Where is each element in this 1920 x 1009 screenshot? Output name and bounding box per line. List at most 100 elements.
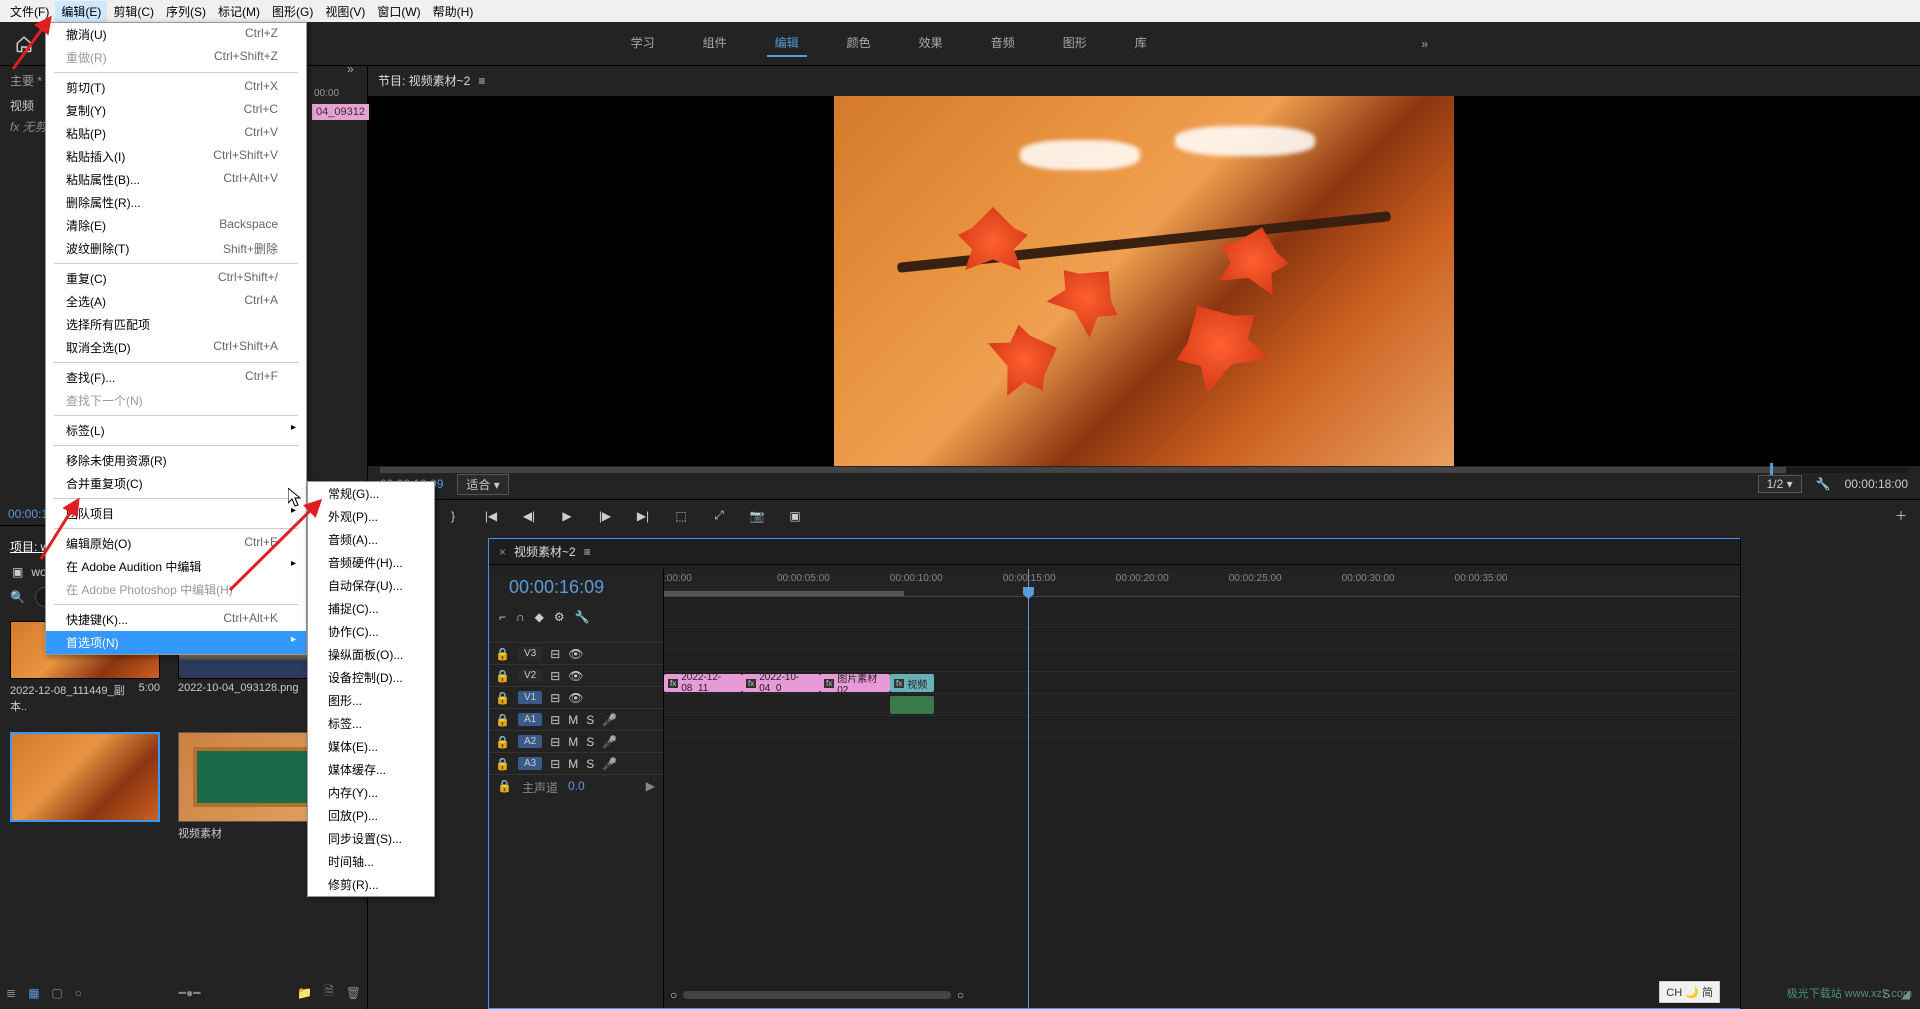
menu-item[interactable]: 选择所有匹配项 xyxy=(46,313,306,336)
submenu-item[interactable]: 捕捉(C)... xyxy=(308,597,434,620)
mute-button[interactable]: M xyxy=(568,757,578,771)
track-header-a2[interactable]: 🔒A2⊟MS🎤 xyxy=(489,730,663,752)
clip[interactable]: fx图片素材 02_ xyxy=(820,674,890,692)
resolution-dropdown[interactable]: 1/2 ▾ xyxy=(1758,475,1802,493)
menu-item[interactable]: 首选项(N) xyxy=(46,631,306,654)
submenu-item[interactable]: 媒体(E)... xyxy=(308,735,434,758)
menu-item[interactable]: 取消全选(D)Ctrl+Shift+A xyxy=(46,336,306,359)
submenu-item[interactable]: 音频硬件(H)... xyxy=(308,551,434,574)
panel-menu-icon[interactable]: ≡ xyxy=(584,545,591,559)
zoom-slider[interactable]: ━●━ xyxy=(179,986,201,1000)
close-icon[interactable]: × xyxy=(499,545,506,559)
menu-file[interactable]: 文件(F) xyxy=(4,1,55,22)
project-item[interactable]: 视频素材 xyxy=(178,732,328,841)
menu-item[interactable]: 清除(E)Backspace xyxy=(46,214,306,237)
toggle-output-icon[interactable]: ⊟ xyxy=(550,691,560,705)
menu-edit[interactable]: 编辑(E) xyxy=(55,1,107,22)
menu-item[interactable]: 撤消(U)Ctrl+Z xyxy=(46,23,306,46)
lock-icon[interactable]: 🔒 xyxy=(495,757,510,771)
menu-window[interactable]: 窗口(W) xyxy=(371,1,426,22)
toggle-output-icon[interactable]: ⊟ xyxy=(550,735,560,749)
submenu-item[interactable]: 自动保存(U)... xyxy=(308,574,434,597)
clip[interactable]: fx视频 xyxy=(890,674,934,692)
lock-icon[interactable]: 🔒 xyxy=(495,669,510,683)
new-bin-icon[interactable]: 📁 xyxy=(297,986,312,1000)
zoom-fit-dropdown[interactable]: 适合 ▾ xyxy=(457,474,508,495)
track-v1[interactable]: fx2022-12-08_11 fx2022-10-04_0 fx图片素材 02… xyxy=(664,671,1919,693)
go-to-in-icon[interactable]: |◀ xyxy=(482,509,500,523)
workspace-overflow-icon[interactable]: » xyxy=(1409,37,1440,51)
mute-button[interactable]: M xyxy=(568,735,578,749)
sort-icon[interactable]: ○ xyxy=(75,986,82,1000)
menu-help[interactable]: 帮助(H) xyxy=(427,1,480,22)
menu-clip[interactable]: 剪辑(C) xyxy=(107,1,160,22)
menu-item[interactable]: 复制(Y)Ctrl+C xyxy=(46,99,306,122)
menu-item[interactable]: 编辑原始(O)Ctrl+E xyxy=(46,532,306,555)
submenu-item[interactable]: 常规(G)... xyxy=(308,482,434,505)
ws-tab-editing[interactable]: 编辑 xyxy=(767,30,807,57)
panel-overflow-icon[interactable]: » xyxy=(347,62,354,76)
track-a3[interactable] xyxy=(664,737,1919,759)
lock-icon[interactable]: 🔒 xyxy=(495,735,510,749)
zoom-in-icon[interactable]: ○ xyxy=(957,988,964,1002)
timeline-zoom-scrollbar[interactable] xyxy=(683,991,951,999)
menu-item[interactable]: 合并重复项(C) xyxy=(46,472,306,495)
freeform-view-icon[interactable]: ▢ xyxy=(51,986,62,1000)
track-header-a3[interactable]: 🔒A3⊟MS🎤 xyxy=(489,752,663,774)
toggle-output-icon[interactable]: ⊟ xyxy=(550,713,560,727)
search-icon[interactable]: 🔍 xyxy=(10,590,25,604)
ws-tab-effects[interactable]: 效果 xyxy=(911,30,951,57)
zoom-out-icon[interactable]: ○ xyxy=(670,988,677,1002)
lock-icon[interactable]: 🔒 xyxy=(497,779,512,796)
menu-item[interactable]: 剪切(T)Ctrl+X xyxy=(46,76,306,99)
menu-marker[interactable]: 标记(M) xyxy=(212,1,266,22)
submenu-item[interactable]: 图形... xyxy=(308,689,434,712)
submenu-item[interactable]: 时间轴... xyxy=(308,850,434,873)
wrench-icon[interactable]: 🔧 xyxy=(575,610,590,624)
track-header-v2[interactable]: 🔒V2⊟👁 xyxy=(489,664,663,686)
go-to-out-icon[interactable]: ▶| xyxy=(634,509,652,523)
menu-item[interactable]: 粘贴插入(I)Ctrl+Shift+V xyxy=(46,145,306,168)
play-icon[interactable]: ▶ xyxy=(558,509,576,523)
submenu-item[interactable]: 媒体缓存... xyxy=(308,758,434,781)
snap-icon[interactable]: ⌐ xyxy=(499,610,506,624)
submenu-item[interactable]: 同步设置(S)... xyxy=(308,827,434,850)
step-forward-icon[interactable]: |▶ xyxy=(596,509,614,523)
menu-item[interactable]: 粘贴属性(B)...Ctrl+Alt+V xyxy=(46,168,306,191)
menu-item[interactable]: 标签(L) xyxy=(46,419,306,442)
track-a2[interactable] xyxy=(664,715,1919,737)
menu-item[interactable]: 在 Adobe Audition 中编辑 xyxy=(46,555,306,578)
track-header-v3[interactable]: 🔒V3⊟👁 xyxy=(489,642,663,664)
track-header-a1[interactable]: 🔒A1⊟MS🎤 xyxy=(489,708,663,730)
toggle-output-icon[interactable]: ⊟ xyxy=(550,647,560,661)
submenu-item[interactable]: 标签... xyxy=(308,712,434,735)
tab-main[interactable]: 主要 * xyxy=(10,74,42,88)
toggle-output-icon[interactable]: ⊟ xyxy=(550,669,560,683)
menu-item[interactable]: 查找(F)...Ctrl+F xyxy=(46,366,306,389)
mute-button[interactable]: M xyxy=(568,713,578,727)
step-back-icon[interactable]: ◀| xyxy=(520,509,538,523)
voiceover-icon[interactable]: 🎤 xyxy=(602,757,617,771)
clip-peek[interactable]: 04_09312 xyxy=(312,104,369,120)
menu-item[interactable]: 移除未使用资源(R) xyxy=(46,449,306,472)
toggle-output-icon[interactable]: ⊟ xyxy=(550,757,560,771)
eye-icon[interactable]: 👁 xyxy=(568,691,583,705)
menu-item[interactable]: 波纹删除(T)Shift+删除 xyxy=(46,237,306,260)
solo-button[interactable]: S xyxy=(586,757,594,771)
out-point-icon[interactable]: } xyxy=(444,509,462,523)
icon-view-icon[interactable]: ▦ xyxy=(28,986,39,1000)
menu-item[interactable]: 粘贴(P)Ctrl+V xyxy=(46,122,306,145)
list-view-icon[interactable]: ≣ xyxy=(6,986,16,1000)
button-editor-icon[interactable]: ＋ xyxy=(1892,507,1910,524)
menu-item[interactable]: 删除属性(R)... xyxy=(46,191,306,214)
home-icon[interactable] xyxy=(8,28,40,60)
voiceover-icon[interactable]: 🎤 xyxy=(602,713,617,727)
menu-view[interactable]: 视图(V) xyxy=(319,1,371,22)
lock-icon[interactable]: 🔒 xyxy=(495,647,510,661)
track-header-v1[interactable]: 🔒V1⊟👁 xyxy=(489,686,663,708)
menu-item[interactable]: 重复(C)Ctrl+Shift+/ xyxy=(46,267,306,290)
solo-button[interactable]: S xyxy=(586,713,594,727)
trash-icon[interactable]: 🗑 xyxy=(346,986,361,1000)
chevron-icon[interactable]: ▶ xyxy=(646,779,655,796)
submenu-item[interactable]: 协作(C)... xyxy=(308,620,434,643)
